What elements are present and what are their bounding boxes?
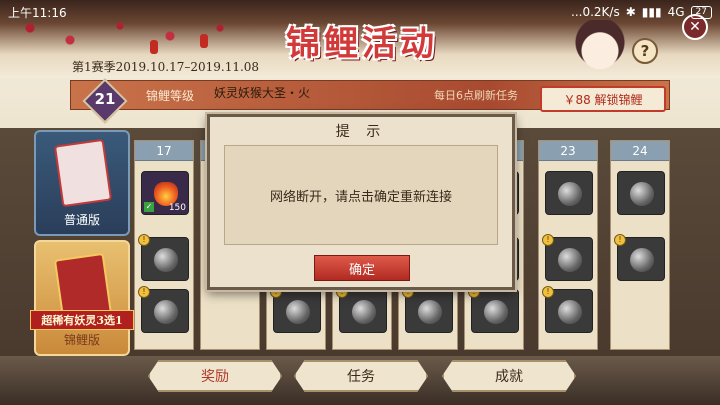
dialog-message-panel: 网络断开，请点击确定重新连接	[224, 145, 498, 245]
dialog-title: 提 示	[335, 124, 387, 140]
confirm-button[interactable]: 确定	[314, 255, 410, 281]
network-error-dialog: 提 示 网络断开，请点击确定重新连接 确定	[207, 114, 515, 290]
dialog-message: 网络断开，请点击确定重新连接	[269, 189, 452, 205]
